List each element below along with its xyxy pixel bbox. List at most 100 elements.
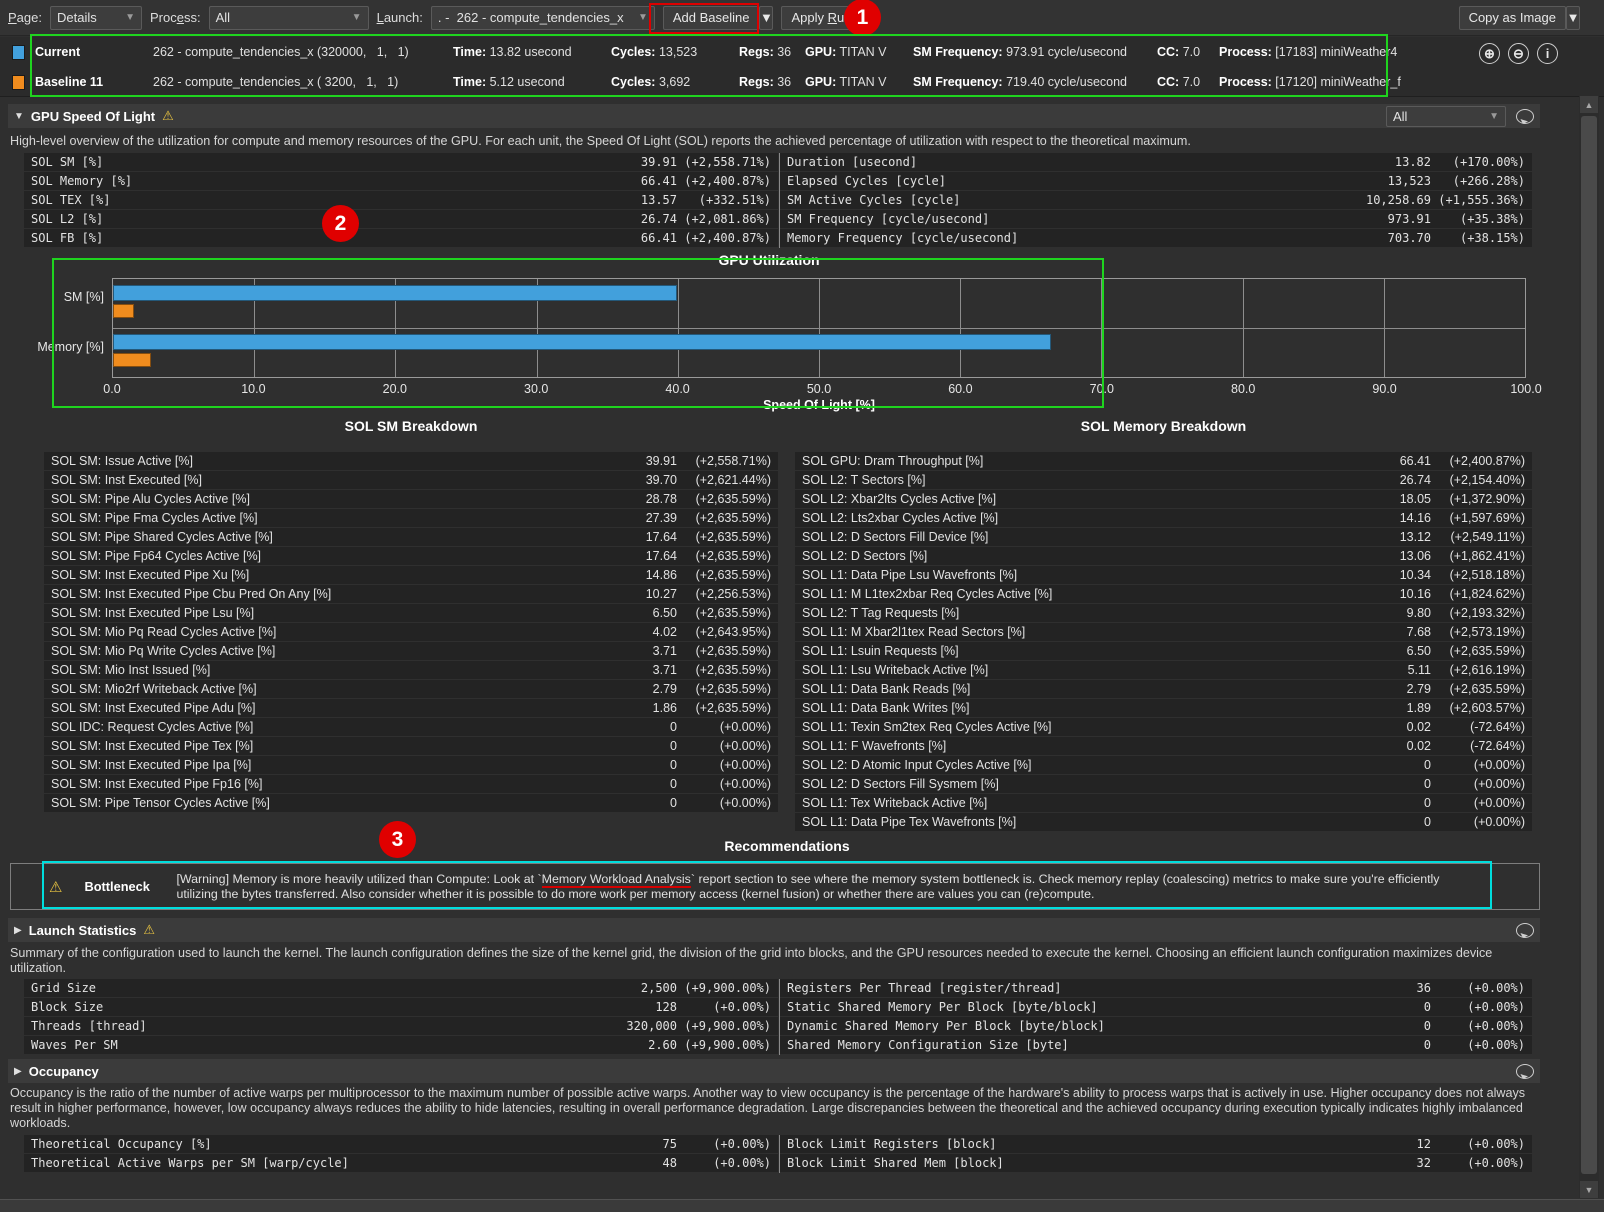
section-header-gpu-sol[interactable]: ▼ GPU Speed Of Light ⚠ All▼	[8, 104, 1540, 128]
metric-value: 12	[1417, 1137, 1431, 1151]
chart-plot-area	[112, 278, 1526, 378]
metric-delta: (+0.00%)	[677, 758, 771, 772]
process-label: Process:	[150, 10, 201, 25]
metric-value: 0.02	[1407, 739, 1431, 753]
metric-value: 10.16	[1400, 587, 1431, 601]
metric-value: 66.41	[641, 174, 677, 188]
apply-rules-button[interactable]: Apply Rules	[781, 6, 870, 30]
metric-label: SM Active Cycles [cycle]	[787, 193, 1366, 207]
info-circle-button[interactable]: i	[1537, 43, 1558, 64]
metric-delta: (+38.15%)	[1431, 231, 1525, 245]
table-row: SOL SM: Pipe Fma Cycles Active [%]27.39(…	[44, 509, 778, 527]
launch-table-left: Grid Size2,500(+9,900.00%)Block Size128(…	[24, 979, 778, 1055]
horizontal-scrollbar[interactable]	[0, 1199, 1604, 1212]
table-row: SOL L2 [%]26.74(+2,081.86%)	[24, 210, 778, 228]
table-row: SOL L2: Xbar2lts Cycles Active [%]18.05(…	[795, 490, 1532, 508]
table-row: SOL SM: Inst Executed [%]39.70(+2,621.44…	[44, 471, 778, 489]
metric-delta: (+0.00%)	[677, 1156, 771, 1170]
bar-baseline	[113, 353, 151, 367]
metric-value: 32	[1417, 1156, 1431, 1170]
metric-label: Static Shared Memory Per Block [byte/blo…	[787, 1000, 1424, 1014]
metric-value: 0	[670, 739, 677, 753]
minus-circle-button[interactable]: ⊖	[1508, 43, 1529, 64]
metric-label: SOL L1: M L1tex2xbar Req Cycles Active […	[802, 587, 1400, 601]
bar-baseline	[113, 304, 134, 318]
metric-value: 39.91	[641, 155, 677, 169]
collapse-triangle-icon[interactable]: ▶	[14, 925, 22, 936]
metric-value: 0	[670, 758, 677, 772]
section-title: Occupancy	[29, 1064, 99, 1079]
collapse-triangle-icon[interactable]: ▶	[14, 1066, 22, 1077]
add-baseline-button[interactable]: Add Baseline	[663, 6, 760, 30]
table-row: SOL SM: Issue Active [%]39.91(+2,558.71%…	[44, 452, 778, 470]
baseline-row[interactable]: Current262 - compute_tendencies_x (32000…	[0, 37, 1604, 67]
metric-value: 0.02	[1407, 720, 1431, 734]
metric-delta: (+1,824.62%)	[1431, 587, 1525, 601]
metric-value: 10,258.69	[1366, 193, 1431, 207]
metric-value: 13.57	[641, 193, 677, 207]
table-row: Elapsed Cycles [cycle]13,523(+266.28%)	[780, 172, 1532, 190]
section-header-occupancy[interactable]: ▶ Occupancy	[8, 1059, 1540, 1083]
plus-circle-button[interactable]: ⊕	[1479, 43, 1500, 64]
baseline-row[interactable]: Baseline 11262 - compute_tendencies_x ( …	[0, 67, 1604, 97]
metric-delta: (-72.64%)	[1431, 720, 1525, 734]
metric-label: Grid Size	[31, 981, 641, 995]
metric-delta: (+2,635.59%)	[1431, 644, 1525, 658]
metric-label: SOL SM: Inst Executed Pipe Fp16 [%]	[51, 777, 670, 791]
metric-delta: (+1,372.90%)	[1431, 492, 1525, 506]
vertical-scrollbar[interactable]: ▲ ▼	[1579, 96, 1599, 1198]
field-value: 7.0	[1183, 75, 1200, 89]
field-label: SM Frequency:	[913, 45, 1003, 59]
metric-value: 18.05	[1400, 492, 1431, 506]
metric-delta: (+1,862.41%)	[1431, 549, 1525, 563]
copy-as-image-dropdown[interactable]: ▼	[1566, 6, 1580, 30]
field-label: Process:	[1219, 45, 1272, 59]
metric-value: 1.86	[653, 701, 677, 715]
add-baseline-dropdown[interactable]: ▼	[759, 6, 773, 30]
metric-value: 13,523	[1388, 174, 1431, 188]
table-row: SOL L1: Texin Sm2tex Req Cycles Active […	[795, 718, 1532, 736]
field-value: 719.40 cycle/usecond	[1006, 75, 1127, 89]
table-row: SOL Memory [%]66.41(+2,400.87%)	[24, 172, 778, 190]
copy-as-image-button[interactable]: Copy as Image	[1459, 6, 1566, 30]
warning-icon: ⚠	[49, 878, 62, 896]
launch-dropdown[interactable]: . - 262 - compute_tendencies_x▼	[431, 6, 655, 30]
table-row: SOL SM: Inst Executed Pipe Xu [%]14.86(+…	[44, 566, 778, 584]
metric-label: SOL L1: Tex Writeback Active [%]	[802, 796, 1424, 810]
metric-value: 4.02	[653, 625, 677, 639]
metric-label: Dynamic Shared Memory Per Block [byte/bl…	[787, 1019, 1424, 1033]
comment-bubble-icon[interactable]	[1516, 1064, 1534, 1079]
scrollbar-thumb[interactable]	[1581, 116, 1597, 1174]
metric-value: 703.70	[1388, 231, 1431, 245]
table-row: SOL L2: D Atomic Input Cycles Active [%]…	[795, 756, 1532, 774]
section-header-launch-statistics[interactable]: ▶ Launch Statistics ⚠	[8, 918, 1540, 942]
sm-breakdown-table: SOL SM: Issue Active [%]39.91(+2,558.71%…	[44, 452, 778, 813]
page-label: Page:	[8, 10, 42, 25]
launch-description: Summary of the configuration used to lau…	[10, 946, 1530, 976]
metric-value: 26.74	[641, 212, 677, 226]
metric-delta: (+0.00%)	[1431, 815, 1525, 829]
scroll-up-button[interactable]: ▲	[1580, 96, 1598, 113]
x-tick-label: 40.0	[665, 382, 689, 396]
x-tick-label: 100.0	[1510, 382, 1541, 396]
metric-value: 26.74	[1400, 473, 1431, 487]
table-row: SOL L1: M L1tex2xbar Req Cycles Active […	[795, 585, 1532, 603]
comment-bubble-icon[interactable]	[1516, 109, 1534, 124]
collapse-triangle-icon[interactable]: ▼	[14, 111, 24, 122]
metric-value: 5.11	[1408, 663, 1431, 677]
sol-filter-dropdown[interactable]: All▼	[1386, 106, 1506, 127]
metric-label: SOL SM: Inst Executed Pipe Cbu Pred On A…	[51, 587, 646, 601]
metric-delta: (+2,400.87%)	[1431, 454, 1525, 468]
baseline-panel: Current262 - compute_tendencies_x (32000…	[0, 37, 1604, 97]
process-dropdown[interactable]: All▼	[209, 6, 369, 30]
x-tick-label: 90.0	[1372, 382, 1396, 396]
baseline-color-swatch	[12, 75, 25, 90]
page-dropdown[interactable]: Details▼	[50, 6, 142, 30]
metric-label: SOL L1: Data Bank Writes [%]	[802, 701, 1407, 715]
scroll-down-button[interactable]: ▼	[1580, 1181, 1598, 1198]
baseline-color-swatch	[12, 45, 25, 60]
comment-bubble-icon[interactable]	[1516, 923, 1534, 938]
metric-label: SOL SM: Mio2rf Writeback Active [%]	[51, 682, 653, 696]
field-label: GPU:	[805, 45, 836, 59]
field-label: Regs:	[739, 45, 774, 59]
